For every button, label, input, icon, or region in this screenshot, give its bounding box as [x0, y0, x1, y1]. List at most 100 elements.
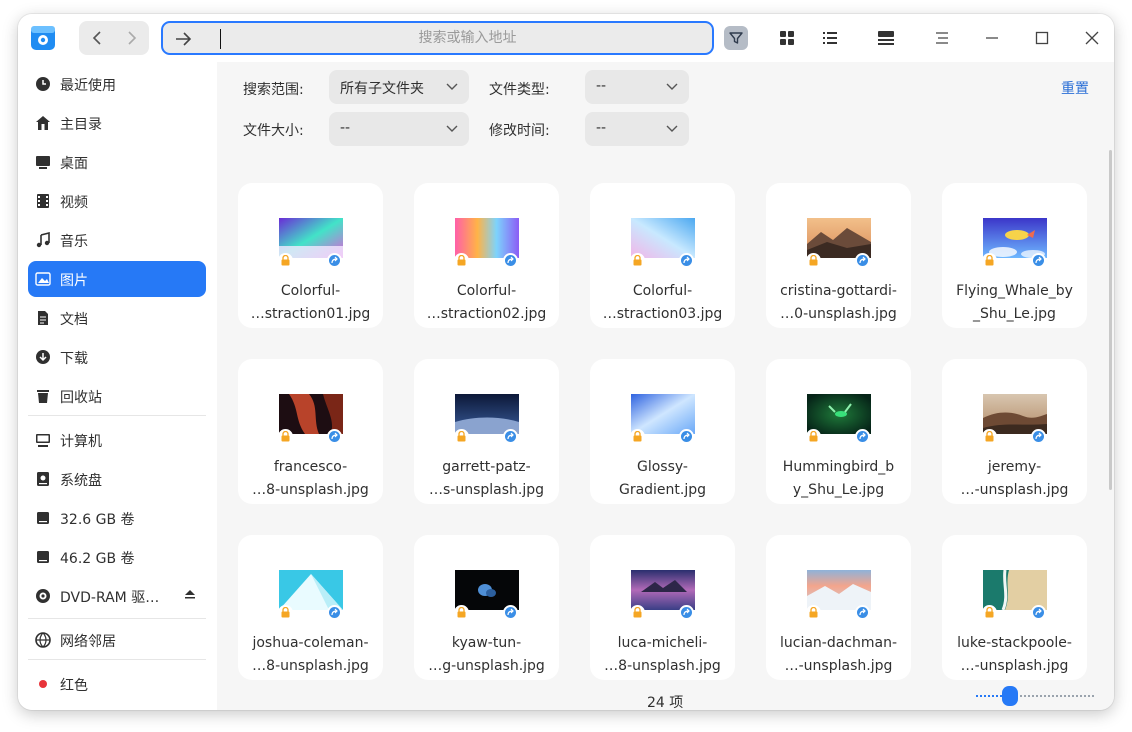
file-card[interactable]: Colorful- …straction01.jpg — [238, 183, 383, 328]
sidebar-item-trash[interactable]: 回收站 — [28, 378, 206, 414]
sidebar-item-music[interactable]: 音乐 — [28, 222, 206, 258]
file-card[interactable]: luca-micheli- …8-unsplash.jpg — [590, 535, 735, 680]
main-content: 搜索范围: 所有子文件夹 文件类型: -- 重置 文件大小: -- 修改时间: … — [217, 62, 1114, 710]
sidebar-item-tag-red[interactable]: 红色 — [28, 666, 206, 702]
sidebar-item-label: 主目录 — [60, 117, 102, 133]
image-icon — [35, 271, 51, 287]
size-select[interactable]: -- — [329, 112, 469, 146]
app-logo-icon[interactable] — [28, 23, 58, 53]
sidebar: 最近使用 主目录 桌面 视频 音乐 图片 文档 下载 回收站 计算机 系统盘 3… — [18, 62, 217, 710]
close-icon — [1085, 31, 1099, 45]
file-card[interactable]: lucian-dachman- …-unsplash.jpg — [766, 535, 911, 680]
sidebar-item-volume-46[interactable]: 46.2 GB 卷 — [28, 539, 206, 575]
scope-select[interactable]: 所有子文件夹 — [329, 70, 469, 104]
thumbnail-image — [807, 570, 871, 610]
file-name-line2: y_Shu_Le.jpg — [792, 482, 885, 498]
file-card[interactable]: cristina-gottardi- …0-unsplash.jpg — [766, 183, 911, 328]
slider-handle[interactable] — [1002, 686, 1018, 706]
maximize-icon — [1035, 31, 1049, 45]
filter-button[interactable] — [724, 26, 748, 50]
sidebar-item-recent[interactable]: 最近使用 — [28, 66, 206, 102]
scope-value: 所有子文件夹 — [340, 81, 424, 97]
chevron-left-icon — [92, 31, 101, 45]
drive-icon — [35, 549, 51, 565]
lock-icon — [982, 605, 997, 620]
lock-icon — [454, 429, 469, 444]
file-name-line1: Colorful- — [456, 283, 517, 299]
sidebar-item-dvd[interactable]: DVD-RAM 驱… — [28, 578, 206, 614]
file-card[interactable]: Glossy- Gradient.jpg — [590, 359, 735, 504]
file-card[interactable]: joshua-coleman- …8-unsplash.jpg — [238, 535, 383, 680]
file-card[interactable]: francesco- …8-unsplash.jpg — [238, 359, 383, 504]
lock-icon — [630, 605, 645, 620]
computer-icon — [35, 432, 51, 448]
file-card[interactable]: Flying_Whale_by _Shu_Le.jpg — [942, 183, 1087, 328]
eject-icon[interactable] — [184, 588, 196, 600]
menu-icon — [936, 32, 948, 44]
detail-panel-button[interactable] — [874, 26, 898, 50]
sidebar-item-home[interactable]: 主目录 — [28, 105, 206, 141]
thumbnail-image — [455, 394, 519, 434]
file-card[interactable]: Colorful- …straction03.jpg — [590, 183, 735, 328]
back-button[interactable] — [79, 21, 114, 55]
thumbnail-image — [279, 570, 343, 610]
reset-button[interactable]: 重置 — [1061, 78, 1089, 98]
type-value: -- — [596, 78, 607, 94]
mtime-select[interactable]: -- — [585, 112, 689, 146]
home-icon — [35, 115, 51, 131]
chevron-down-icon — [666, 83, 678, 90]
forward-button[interactable] — [114, 21, 149, 55]
lock-icon — [278, 605, 293, 620]
file-card[interactable]: kyaw-tun- …g-unsplash.jpg — [414, 535, 559, 680]
lock-icon — [806, 253, 821, 268]
lock-icon — [806, 605, 821, 620]
thumbnail-image — [631, 218, 695, 258]
file-card[interactable]: garrett-patz- …s-unsplash.jpg — [414, 359, 559, 504]
chevron-right-icon — [127, 31, 136, 45]
main-menu-button[interactable] — [930, 26, 954, 50]
sidebar-item-desktop[interactable]: 桌面 — [28, 144, 206, 180]
sidebar-item-volume-32[interactable]: 32.6 GB 卷 — [28, 500, 206, 536]
file-card[interactable]: Colorful- …straction02.jpg — [414, 183, 559, 328]
address-input[interactable] — [223, 23, 712, 53]
file-card[interactable]: luke-stackpoole- …-unsplash.jpg — [942, 535, 1087, 680]
sidebar-item-label: 32.6 GB 卷 — [60, 512, 135, 528]
music-icon — [35, 232, 51, 248]
sidebar-item-downloads[interactable]: 下载 — [28, 339, 206, 375]
thumbnail-image — [807, 394, 871, 434]
symlink-icon — [1031, 429, 1046, 444]
vertical-scrollbar[interactable] — [1109, 150, 1112, 490]
thumbnail-image — [807, 218, 871, 258]
sidebar-divider — [28, 659, 206, 660]
file-card[interactable]: jeremy- …-unsplash.jpg — [942, 359, 1087, 504]
lock-icon — [982, 253, 997, 268]
file-card[interactable]: Hummingbird_b y_Shu_Le.jpg — [766, 359, 911, 504]
sidebar-item-label: 网络邻居 — [60, 634, 116, 650]
lock-icon — [630, 253, 645, 268]
file-name-line1: Flying_Whale_by — [956, 283, 1073, 299]
close-button[interactable] — [1080, 26, 1104, 50]
list-view-button[interactable] — [818, 26, 842, 50]
sidebar-item-system-disk[interactable]: 系统盘 — [28, 461, 206, 497]
file-name-line1: Glossy- — [637, 459, 688, 475]
chevron-down-icon — [446, 125, 458, 132]
sidebar-item-pictures[interactable]: 图片 — [28, 261, 206, 297]
maximize-button[interactable] — [1030, 26, 1054, 50]
icon-size-slider[interactable] — [975, 686, 1097, 706]
thumbnail-image — [983, 394, 1047, 434]
file-name-line2: …8-unsplash.jpg — [252, 482, 369, 498]
thumbnail-image — [279, 218, 343, 258]
thumbnail-image — [983, 570, 1047, 610]
sidebar-item-videos[interactable]: 视频 — [28, 183, 206, 219]
minimize-button[interactable] — [980, 26, 1004, 50]
lock-icon — [630, 429, 645, 444]
lock-icon — [278, 429, 293, 444]
sidebar-item-documents[interactable]: 文档 — [28, 300, 206, 336]
address-bar[interactable] — [161, 21, 714, 55]
sidebar-item-network[interactable]: 网络邻居 — [28, 622, 206, 658]
icon-view-button[interactable] — [775, 26, 799, 50]
file-name-line2: …-unsplash.jpg — [960, 658, 1069, 674]
arrow-right-icon[interactable] — [173, 29, 193, 49]
sidebar-item-computer[interactable]: 计算机 — [28, 422, 206, 458]
type-select[interactable]: -- — [585, 70, 689, 104]
